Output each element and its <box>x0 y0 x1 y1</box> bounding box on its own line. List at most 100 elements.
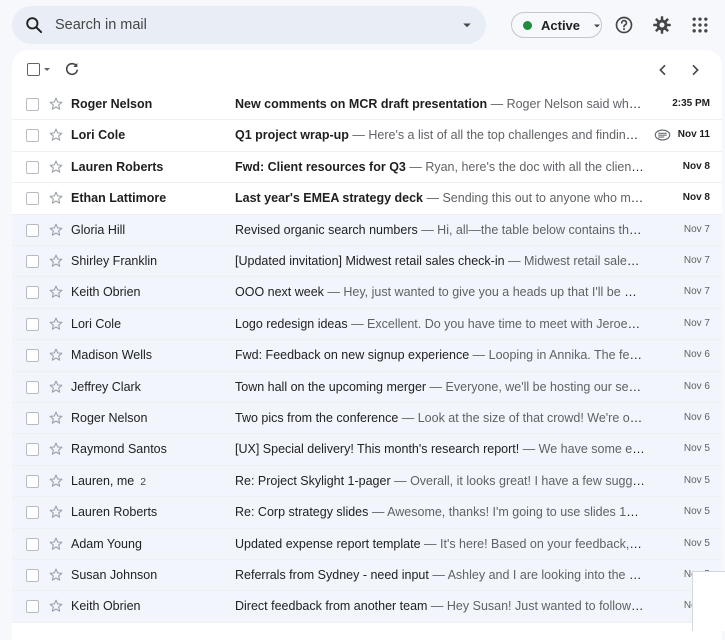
email-content: OOO next week — Hey, just wanted to give… <box>235 285 645 299</box>
email-row[interactable]: Lauren, me 2 Re: Project Skylight 1-pager … <box>12 465 722 498</box>
row-checkbox[interactable] <box>26 98 39 111</box>
email-row[interactable]: Susan Johnson Referrals from Sydney - nee… <box>12 560 722 592</box>
email-snippet: — Look at the size of that crowd! We're … <box>401 411 645 425</box>
star-icon[interactable] <box>48 190 64 206</box>
star-icon[interactable] <box>48 253 64 269</box>
email-row[interactable]: Roger Nelson New comments on MCR draft pr… <box>12 89 722 121</box>
email-date: Nov 8 <box>682 160 710 172</box>
search-options-icon[interactable] <box>458 16 476 34</box>
row-checkbox[interactable] <box>26 255 39 268</box>
row-checkbox[interactable] <box>26 412 39 425</box>
email-subject: Direct feedback from another team <box>235 599 428 614</box>
sender-name: Roger Nelson <box>71 411 148 425</box>
email-snippet: — Overall, it looks great! I have a few … <box>394 473 645 488</box>
sender-name: Susan Johnson <box>71 568 158 582</box>
email-row[interactable]: Lauren Roberts Fwd: Client resources for … <box>12 152 722 184</box>
star-icon[interactable] <box>48 473 64 489</box>
row-checkbox[interactable] <box>26 317 39 331</box>
help-icon[interactable] <box>614 15 634 35</box>
email-subject: Updated expense report template <box>235 536 421 551</box>
email-row[interactable]: Keith Obrien OOO next week — Hey, just wa… <box>12 277 722 309</box>
star-icon[interactable] <box>48 567 64 583</box>
email-row[interactable]: Keith Obrien Direct feedback from another… <box>12 591 722 623</box>
star-icon[interactable] <box>48 222 64 238</box>
email-content: New comments on MCR draft presentation —… <box>235 97 645 111</box>
email-snippet: — Sending this out to anyone who missed… <box>426 191 645 206</box>
row-checkbox[interactable] <box>26 537 39 551</box>
row-checkbox[interactable] <box>26 569 39 582</box>
row-checkbox[interactable] <box>26 443 39 457</box>
star-icon[interactable] <box>48 379 64 395</box>
row-checkbox[interactable] <box>26 160 39 174</box>
row-checkbox[interactable] <box>26 474 39 488</box>
email-snippet: — Everyone, we'll be hosting our second … <box>429 379 645 394</box>
mail-toolbar <box>12 50 722 90</box>
email-row[interactable]: Gloria Hill Revised organic search number… <box>12 214 722 246</box>
email-subject: Re: Project Skylight 1-pager <box>235 473 391 488</box>
sender-name: Raymond Santos <box>71 442 167 457</box>
refresh-icon[interactable] <box>64 61 80 77</box>
star-icon[interactable] <box>48 504 64 520</box>
email-row[interactable]: Lauren Roberts Re: Corp strategy slides —… <box>12 497 722 529</box>
email-sender: Jeffrey Clark <box>71 380 221 394</box>
status-dropdown[interactable]: Active <box>511 12 602 38</box>
row-checkbox[interactable] <box>26 380 39 394</box>
search-icon[interactable] <box>24 15 44 35</box>
star-icon[interactable] <box>48 284 64 300</box>
email-snippet: — Hey, just wanted to give you a heads u… <box>327 285 645 300</box>
email-row[interactable]: Madison Wells Fwd: Feedback on new signup… <box>12 340 722 372</box>
email-row[interactable]: Shirley Franklin [Updated invitation] Mid… <box>12 246 722 278</box>
email-date: Nov 6 <box>683 380 710 392</box>
select-menu-icon[interactable] <box>43 66 51 74</box>
email-content: [UX] Special delivery! This month's rese… <box>235 442 645 456</box>
email-date: Nov 6 <box>683 349 710 361</box>
star-icon[interactable] <box>48 96 64 112</box>
email-row[interactable]: Roger Nelson Two pics from the conference… <box>12 403 722 435</box>
email-sender: Lauren, me 2 <box>71 474 221 488</box>
email-sender: Roger Nelson <box>71 411 221 425</box>
row-checkbox[interactable] <box>26 506 39 520</box>
star-icon[interactable] <box>48 410 64 426</box>
star-icon[interactable] <box>48 316 64 332</box>
email-row[interactable]: Jeffrey Clark Town hall on the upcoming m… <box>12 371 722 403</box>
email-content: Last year's EMEA strategy deck — Sending… <box>235 191 645 205</box>
email-snippet: — Excellent. Do you have time to meet wi… <box>347 316 645 331</box>
row-checkbox[interactable] <box>26 349 39 363</box>
search-input[interactable]: Search in mail <box>55 17 147 33</box>
search-bar[interactable]: Search in mail <box>12 6 486 44</box>
gear-icon[interactable] <box>652 15 672 35</box>
email-sender: Susan Johnson <box>71 568 221 582</box>
star-icon[interactable] <box>48 159 64 175</box>
email-date: Nov 5 <box>683 474 710 486</box>
email-snippet: — Looping in Annika. The feedback… <box>472 348 645 363</box>
row-checkbox[interactable] <box>26 129 39 143</box>
row-checkbox[interactable] <box>26 600 39 614</box>
sender-name: Keith Obrien <box>71 599 141 614</box>
sender-name: Ethan Lattimore <box>71 191 167 206</box>
star-icon[interactable] <box>48 598 64 614</box>
row-checkbox[interactable] <box>26 286 39 300</box>
email-row[interactable]: Ethan Lattimore Last year's EMEA strategy… <box>12 183 722 215</box>
row-checkbox[interactable] <box>26 192 39 206</box>
star-icon[interactable] <box>48 127 64 143</box>
email-row[interactable]: Lori Cole Q1 project wrap-up — Here's a l… <box>12 120 722 152</box>
chevron-left-icon[interactable] <box>655 62 671 78</box>
star-icon[interactable] <box>48 347 64 363</box>
select-all-checkbox[interactable] <box>27 63 40 76</box>
star-icon[interactable] <box>48 536 64 552</box>
sender-name: Keith Obrien <box>71 285 141 300</box>
star-icon[interactable] <box>48 441 64 457</box>
chevron-right-icon[interactable] <box>687 62 703 78</box>
email-row[interactable]: Raymond Santos [UX] Special delivery! Thi… <box>12 434 722 466</box>
attachment-chip-icon[interactable] <box>654 128 671 142</box>
email-snippet: — Ashley and I are looking into the Sydn… <box>432 568 645 582</box>
email-row[interactable]: Adam Young Updated expense report templat… <box>12 528 722 560</box>
email-content: Fwd: Feedback on new signup experience —… <box>235 348 645 362</box>
email-snippet: — Hey Susan! Just wanted to follow up wi… <box>430 599 645 614</box>
email-snippet: — Roger Nelson said what abou… <box>490 97 645 111</box>
sender-name: Roger Nelson <box>71 97 153 111</box>
email-content: Re: Project Skylight 1-pager — Overall, … <box>235 474 645 488</box>
row-checkbox[interactable] <box>26 223 39 237</box>
email-row[interactable]: Lori Cole Logo redesign ideas — Excellent… <box>12 308 722 341</box>
apps-grid-icon[interactable] <box>690 15 710 35</box>
